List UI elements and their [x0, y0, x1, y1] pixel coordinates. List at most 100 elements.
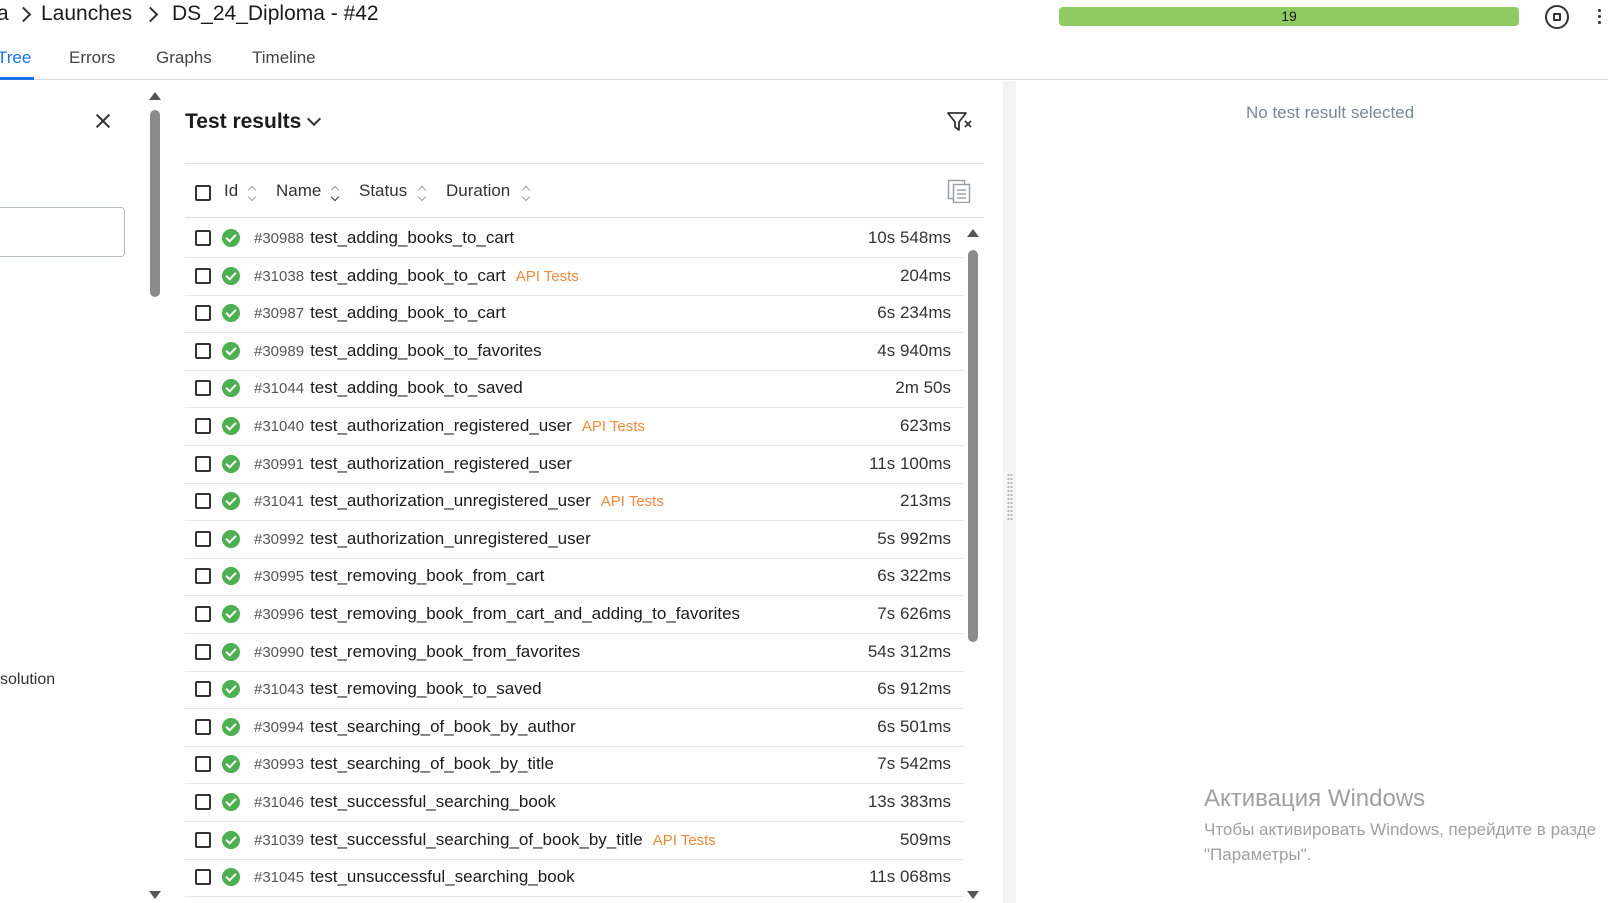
row-duration: 623ms	[899, 416, 951, 435]
sort-icon[interactable]	[330, 184, 340, 202]
scroll-up-arrow[interactable]	[149, 92, 161, 100]
passed-status-icon	[222, 793, 240, 811]
row-duration: 4s 940ms	[877, 341, 951, 360]
column-header-name[interactable]: Name	[276, 181, 321, 201]
sort-icon[interactable]	[417, 184, 427, 202]
tab-tree[interactable]: Tree	[0, 48, 31, 68]
row-content: #30988 test_adding_books_to_cart	[254, 228, 514, 248]
row-checkbox[interactable]	[195, 719, 211, 735]
table-row[interactable]: #31046 test_successful_searching_book 13s …	[185, 783, 963, 822]
table-row[interactable]: #30989 test_adding_book_to_favorites 4s 94…	[185, 332, 963, 371]
column-header-id[interactable]: Id	[224, 181, 238, 201]
launch-progress-bar[interactable]: 19	[1059, 7, 1519, 26]
table-row[interactable]: #30990 test_removing_book_from_favorites 5…	[185, 633, 963, 672]
table-row[interactable]: #31044 test_adding_book_to_saved 2m 50s	[185, 369, 963, 408]
left-scrollbar-thumb[interactable]	[150, 110, 160, 297]
table-row[interactable]: #30992 test_authorization_unregistered_us…	[185, 520, 963, 559]
table-header: Id Name Status Duration	[185, 171, 984, 218]
table-row[interactable]: #31045 test_unsuccessful_searching_book 11…	[185, 858, 963, 897]
breadcrumb-launches[interactable]: Launches	[41, 2, 132, 26]
row-name: test_adding_book_to_cart	[310, 303, 506, 322]
row-checkbox[interactable]	[195, 343, 211, 359]
table-scrollbar-thumb[interactable]	[968, 250, 978, 642]
table-row[interactable]: #31039 test_successful_searching_of_book_…	[185, 821, 963, 860]
row-checkbox[interactable]	[195, 681, 211, 697]
table-row[interactable]: #30987 test_adding_book_to_cart 6s 234ms	[185, 294, 963, 333]
close-icon[interactable]	[95, 113, 111, 129]
row-checkbox[interactable]	[195, 418, 211, 434]
row-duration: 54s 312ms	[867, 642, 951, 661]
table-row[interactable]: #31041 test_authorization_unregistered_us…	[185, 482, 963, 521]
clear-filter-icon[interactable]	[946, 110, 974, 136]
row-checkbox[interactable]	[195, 568, 211, 584]
row-checkbox[interactable]	[195, 794, 211, 810]
row-checkbox[interactable]	[195, 832, 211, 848]
column-header-duration[interactable]: Duration	[446, 181, 510, 201]
watermark-text: Чтобы активировать Windows, перейдите в …	[1204, 820, 1597, 839]
chevron-down-icon[interactable]	[306, 111, 322, 127]
row-tag: API Tests	[581, 418, 645, 435]
row-checkbox[interactable]	[195, 493, 211, 509]
row-name: test_successful_searching_of_book_by_tit…	[310, 830, 643, 849]
scroll-down-arrow[interactable]	[967, 891, 979, 899]
table-row[interactable]: #31038 test_adding_book_to_cart API Tests 2…	[185, 257, 963, 296]
row-duration: 6s 234ms	[877, 303, 951, 322]
passed-status-icon	[222, 455, 240, 473]
row-checkbox[interactable]	[195, 869, 211, 885]
row-name: test_authorization_unregistered_user	[310, 491, 591, 510]
row-checkbox[interactable]	[195, 644, 211, 660]
select-all-checkbox[interactable]	[195, 185, 211, 201]
filter-search-input[interactable]	[0, 207, 125, 257]
passed-status-icon	[222, 831, 240, 849]
row-checkbox[interactable]	[195, 756, 211, 772]
table-row[interactable]: #31043 test_removing_book_to_saved 6s 912m…	[185, 670, 963, 709]
left-panel-text: solution	[0, 671, 56, 688]
row-name: test_authorization_registered_user	[310, 416, 572, 435]
row-duration: 11s 068ms	[869, 867, 951, 886]
sort-icon[interactable]	[247, 184, 257, 202]
tab-errors[interactable]: Errors	[69, 48, 115, 68]
table-row[interactable]: #30995 test_removing_book_from_cart 6s 322…	[185, 557, 963, 596]
sort-icon[interactable]	[521, 184, 531, 202]
passed-status-icon	[222, 530, 240, 548]
row-checkbox[interactable]	[195, 268, 211, 284]
row-checkbox[interactable]	[195, 380, 211, 396]
passed-status-icon	[222, 868, 240, 886]
stop-launch-button[interactable]	[1545, 5, 1569, 29]
row-content: #30994 test_searching_of_book_by_author	[254, 717, 576, 737]
tab-graphs[interactable]: Graphs	[156, 48, 212, 68]
row-duration: 6s 912ms	[877, 679, 951, 698]
row-content: #31043 test_removing_book_to_saved	[254, 679, 542, 699]
table-row[interactable]: #30996 test_removing_book_from_cart_and_a…	[185, 595, 963, 634]
row-checkbox[interactable]	[195, 606, 211, 622]
row-name: test_adding_books_to_cart	[310, 228, 515, 247]
row-duration: 10s 548ms	[867, 228, 951, 247]
row-checkbox[interactable]	[195, 230, 211, 246]
scroll-up-arrow[interactable]	[967, 229, 979, 237]
row-checkbox[interactable]	[195, 531, 211, 547]
row-checkbox[interactable]	[195, 456, 211, 472]
table-row[interactable]: #30991 test_authorization_registered_user…	[185, 445, 963, 484]
table-row[interactable]: #30993 test_searching_of_book_by_title 7s …	[185, 745, 963, 784]
table-row[interactable]: #30994 test_searching_of_book_by_author 6s…	[185, 708, 963, 747]
row-duration: 204ms	[899, 266, 951, 285]
tab-timeline[interactable]: Timeline	[252, 48, 316, 68]
breadcrumb-project[interactable]: a	[0, 2, 9, 26]
row-id: #30995	[254, 568, 305, 585]
watermark-title: Активация Windows	[1204, 785, 1426, 812]
panel-splitter[interactable]	[1003, 81, 1016, 903]
row-checkbox[interactable]	[195, 305, 211, 321]
table-row[interactable]: #31040 test_authorization_registered_user…	[185, 407, 963, 446]
column-header-status[interactable]: Status	[359, 181, 407, 201]
row-content: #31045 test_unsuccessful_searching_book	[254, 867, 575, 887]
passed-status-icon	[222, 643, 240, 661]
columns-settings-icon[interactable]	[947, 179, 971, 203]
drag-handle-icon[interactable]	[1007, 473, 1013, 521]
scroll-down-arrow[interactable]	[149, 891, 161, 899]
table-row[interactable]: #30988 test_adding_books_to_cart 10s 548ms	[185, 219, 963, 258]
row-tag: API Tests	[652, 832, 716, 849]
stop-icon	[1553, 13, 1561, 21]
more-menu-icon[interactable]	[1598, 9, 1602, 27]
passed-status-icon	[222, 379, 240, 397]
page-title[interactable]: Test results	[185, 110, 301, 134]
